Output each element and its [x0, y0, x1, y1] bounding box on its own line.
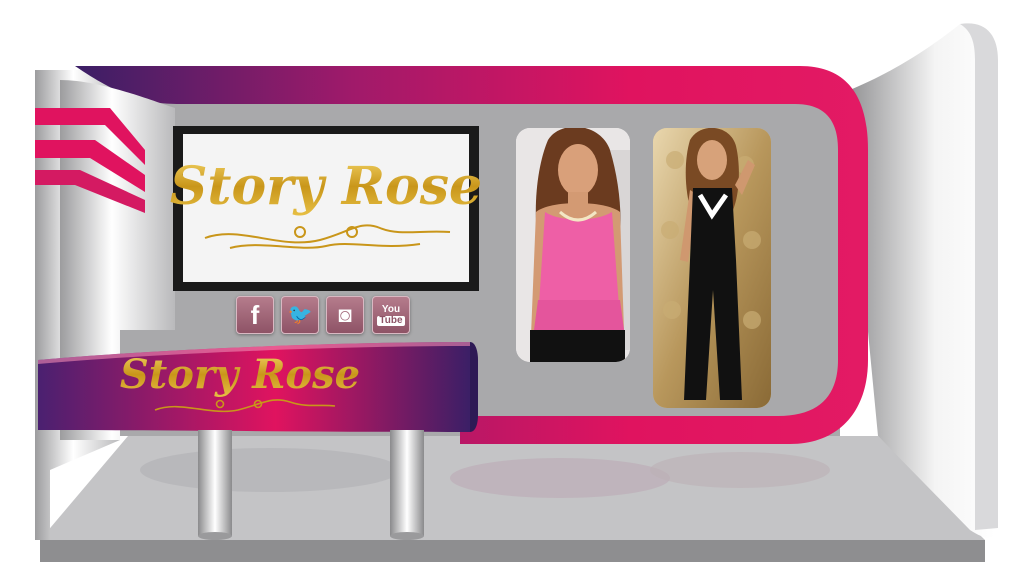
- photo-model-pink-top: [516, 128, 630, 362]
- youtube-icon[interactable]: You Tube: [372, 296, 410, 334]
- counter-logo-text: Story Rose: [120, 351, 360, 398]
- facebook-icon[interactable]: f: [236, 296, 274, 334]
- counter-leg-left: [198, 430, 232, 536]
- instagram-icon[interactable]: ◙: [326, 296, 364, 334]
- youtube-glyph-line2: Tube: [377, 314, 405, 326]
- photo-model-black-jumpsuit: [653, 128, 771, 408]
- instagram-glyph: ◙: [338, 302, 352, 327]
- twitter-icon[interactable]: 🐦: [281, 296, 319, 334]
- screen-logo-text: Story Rose: [170, 156, 482, 217]
- floor-edge: [40, 540, 985, 562]
- booth-scene: Story Rose Story Rose f 🐦 ◙ You Tube: [0, 0, 1024, 576]
- twitter-glyph: 🐦: [287, 304, 313, 326]
- booth-graphic: Story Rose Story Rose: [35, 23, 998, 562]
- facebook-glyph: f: [250, 300, 260, 330]
- counter-leg-right: [390, 430, 424, 536]
- youtube-glyph-line1: You: [381, 303, 401, 315]
